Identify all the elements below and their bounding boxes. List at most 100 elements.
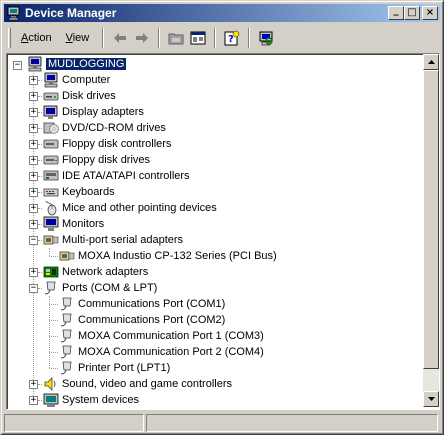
tree-item-label: Multi-port serial adapters bbox=[62, 234, 184, 246]
keyboard-icon bbox=[43, 188, 59, 197]
tree-connector bbox=[38, 240, 42, 241]
disk-drives-expander[interactable]: + bbox=[29, 92, 38, 101]
tree-connector bbox=[49, 256, 58, 257]
tree-connector bbox=[38, 128, 42, 129]
tree-category-ide-ata-atapi-controllers[interactable]: IDE ATA/ATAPI controllers bbox=[43, 168, 190, 184]
tree-category-floppy-disk-controllers[interactable]: Floppy disk controllers bbox=[43, 136, 171, 152]
port-icon bbox=[60, 329, 72, 343]
monitors-expander[interactable]: + bbox=[29, 220, 38, 229]
tree-category-keyboards[interactable]: Keyboards bbox=[43, 184, 115, 200]
tree-category-ports-com-lpt[interactable]: Ports (COM & LPT) bbox=[43, 280, 157, 296]
minimize-button[interactable]: _ bbox=[388, 6, 404, 20]
back-button[interactable] bbox=[109, 28, 131, 48]
up-folder-icon bbox=[168, 33, 184, 45]
tree-connector bbox=[49, 352, 58, 353]
tree-connector bbox=[38, 208, 42, 209]
title-bar[interactable]: Device Manager _ □ × bbox=[4, 4, 440, 22]
tree-device-communications-port-com2[interactable]: Communications Port (COM2) bbox=[59, 312, 225, 328]
tree-connector bbox=[49, 248, 50, 256]
forward-button[interactable] bbox=[131, 28, 153, 48]
tree-item-label: Sound, video and game controllers bbox=[62, 378, 232, 390]
tree-category-network-adapters[interactable]: Network adapters bbox=[43, 264, 148, 280]
tree-category-dvd-cd-rom-drives[interactable]: DVD/CD-ROM drives bbox=[43, 120, 166, 136]
network-adapters-expander[interactable]: + bbox=[29, 268, 38, 277]
ide-ata-atapi-controllers-expander[interactable]: + bbox=[29, 172, 38, 181]
close-button[interactable]: × bbox=[422, 6, 438, 20]
tree-connector bbox=[38, 80, 42, 81]
tree-connector bbox=[49, 304, 58, 305]
menu-view[interactable]: View bbox=[60, 30, 96, 46]
tree-item-label: MOXA Communication Port 2 (COM4) bbox=[78, 346, 264, 358]
tree-category-floppy-disk-drives[interactable]: Floppy disk drives bbox=[43, 152, 150, 168]
tree-item-label: MOXA Industio CP-132 Series (PCI Bus) bbox=[78, 250, 277, 262]
tree-category-display-adapters[interactable]: Display adapters bbox=[43, 104, 144, 120]
floppy-drive-icon bbox=[43, 155, 59, 165]
tree-device-moxa-industio-cp-132-series-pci-bus[interactable]: MOXA Industio CP-132 Series (PCI Bus) bbox=[59, 248, 277, 264]
menu-accelerator: V bbox=[65, 32, 73, 44]
tree-item-label: System devices bbox=[62, 394, 140, 406]
scan-hardware-button[interactable] bbox=[255, 28, 277, 48]
tree-category-sound-video-and-game-controllers[interactable]: Sound, video and game controllers bbox=[43, 376, 232, 392]
tree-category-computer[interactable]: Computer bbox=[43, 72, 110, 88]
tree-item-label: Disk drives bbox=[62, 90, 116, 102]
network-adapter-icon bbox=[43, 266, 59, 278]
tree-item-label: Ports (COM & LPT) bbox=[62, 282, 158, 294]
help-button[interactable]: ? bbox=[221, 28, 243, 48]
menu-action[interactable]: Action bbox=[15, 30, 58, 46]
scroll-thumb[interactable] bbox=[423, 70, 439, 369]
mice-and-other-pointing-devices-expander[interactable]: + bbox=[29, 204, 38, 213]
arrow-up-icon bbox=[427, 60, 435, 64]
tree-connector bbox=[38, 112, 42, 113]
ports-com-lpt-expander[interactable]: − bbox=[29, 284, 38, 293]
multi-port-serial-adapters-expander[interactable]: − bbox=[29, 236, 38, 245]
tree-item-label: DVD/CD-ROM drives bbox=[62, 122, 166, 134]
tree-device-printer-port-lpt1[interactable]: Printer Port (LPT1) bbox=[59, 360, 170, 376]
tree-connector bbox=[38, 144, 42, 145]
help-icon: ? bbox=[224, 30, 240, 46]
tree-device-moxa-communication-port-2-com4[interactable]: MOXA Communication Port 2 (COM4) bbox=[59, 344, 264, 360]
sound-video-and-game-controllers-expander[interactable]: + bbox=[29, 380, 38, 389]
tree-connector bbox=[38, 160, 42, 161]
maximize-button[interactable]: □ bbox=[404, 6, 420, 20]
tree-item-label: Floppy disk controllers bbox=[62, 138, 172, 150]
svg-text:?: ? bbox=[228, 34, 234, 45]
tree-device-communications-port-com1[interactable]: Communications Port (COM1) bbox=[59, 296, 225, 312]
display-adapters-expander[interactable]: + bbox=[29, 108, 38, 117]
scroll-down-button[interactable] bbox=[423, 391, 439, 407]
dvd-cd-rom-drives-expander[interactable]: + bbox=[29, 124, 38, 133]
tree-category-monitors[interactable]: Monitors bbox=[43, 216, 104, 232]
up-folder-button[interactable] bbox=[165, 28, 187, 48]
device-manager-icon bbox=[7, 6, 20, 21]
properties-icon bbox=[190, 31, 206, 45]
device-tree[interactable]: − MUDLOGGING + Computer + Disk drives + Displ… bbox=[9, 56, 421, 407]
keyboards-expander[interactable]: + bbox=[29, 188, 38, 197]
tree-connector bbox=[49, 368, 58, 369]
tree-category-disk-drives[interactable]: Disk drives bbox=[43, 88, 116, 104]
display-adapter-icon bbox=[43, 105, 58, 119]
tree-item-label: Floppy disk drives bbox=[62, 154, 151, 166]
tree-connector bbox=[38, 400, 42, 401]
scroll-up-button[interactable] bbox=[423, 54, 439, 70]
tree-category-mice-and-other-pointing-devices[interactable]: Mice and other pointing devices bbox=[43, 200, 217, 216]
tree-root[interactable]: MUDLOGGING bbox=[27, 56, 127, 72]
tree-device-moxa-communication-port-1-com3[interactable]: MOXA Communication Port 1 (COM3) bbox=[59, 328, 264, 344]
disk-drive-icon bbox=[43, 92, 59, 101]
toolbar-grip[interactable] bbox=[8, 28, 11, 48]
tree-category-system-devices[interactable]: System devices bbox=[43, 392, 139, 407]
status-bar bbox=[4, 413, 440, 433]
port-icon bbox=[60, 345, 72, 359]
system-devices-expander[interactable]: + bbox=[29, 396, 38, 405]
tree-connector bbox=[38, 224, 42, 225]
properties-button[interactable] bbox=[187, 28, 209, 48]
floppy-disk-drives-expander[interactable]: + bbox=[29, 156, 38, 165]
vertical-scrollbar[interactable] bbox=[423, 54, 439, 407]
status-cell-main bbox=[4, 414, 144, 432]
tree-category-multi-port-serial-adapters[interactable]: Multi-port serial adapters bbox=[43, 232, 183, 248]
port-icon bbox=[60, 297, 72, 311]
mouse-icon bbox=[45, 200, 57, 216]
toolbar: Action View ? bbox=[4, 25, 440, 51]
toolbar-separator bbox=[214, 28, 217, 48]
floppy-disk-controllers-expander[interactable]: + bbox=[29, 140, 38, 149]
computer-expander[interactable]: + bbox=[29, 76, 38, 85]
root-expander[interactable]: − bbox=[13, 61, 22, 70]
